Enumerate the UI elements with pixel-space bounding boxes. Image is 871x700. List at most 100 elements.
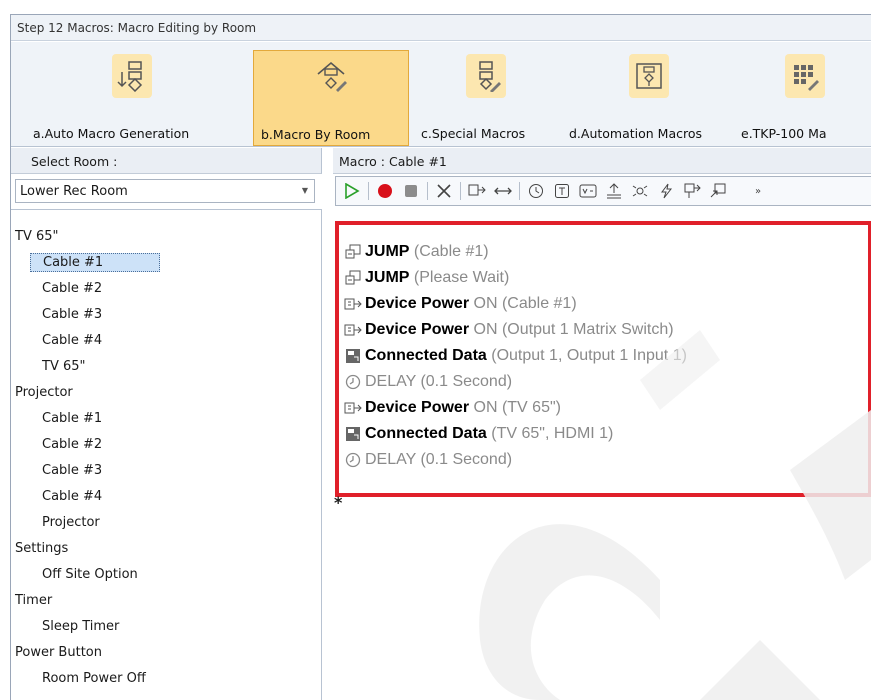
jump-icon — [343, 243, 363, 261]
connected-data-icon — [343, 425, 363, 443]
port-icon[interactable] — [682, 181, 702, 201]
tree-item[interactable]: Cable #2 — [11, 276, 321, 302]
special-macros-button[interactable]: c.Special Macros — [411, 50, 561, 146]
macro-command[interactable]: JUMP (Please Wait) — [343, 265, 868, 291]
tree-item[interactable]: Cable #3 — [11, 302, 321, 328]
macro-command[interactable]: DELAY (0.1 Second) — [343, 447, 868, 473]
macro-command[interactable]: DELAY (0.1 Second) — [343, 369, 868, 395]
chevron-down-icon: ▼ — [301, 186, 308, 195]
macro-keyword: JUMP — [365, 269, 410, 286]
macro-title: Macro : Cable #1 — [333, 148, 871, 174]
tree-item-label: Cable #4 — [42, 333, 103, 348]
room-select-value: Lower Rec Room — [20, 184, 128, 199]
macro-by-room-icon — [311, 55, 351, 99]
device-power-icon — [343, 399, 363, 417]
ir-icon[interactable] — [630, 181, 650, 201]
macro-argument: ON (Output 1 Matrix Switch) — [469, 321, 674, 338]
toolbar-separator — [368, 182, 369, 200]
tree-item[interactable]: TV 65" — [11, 354, 321, 380]
flash-icon[interactable] — [656, 181, 676, 201]
tree-item-label: Cable #2 — [42, 281, 103, 296]
toolbar-separator — [519, 182, 520, 200]
auto-macro-generation-button[interactable]: a.Auto Macro Generation — [13, 50, 251, 146]
macro-argument: ON (Cable #1) — [469, 295, 577, 312]
jump-icon[interactable] — [708, 181, 728, 201]
macro-keyword: Device Power — [365, 321, 470, 338]
macro-keyword: Device Power — [365, 399, 470, 416]
clock-add-icon[interactable] — [526, 181, 546, 201]
macro-argument: (TV 65", HDMI 1) — [486, 425, 614, 442]
tree-item-label: Cable #3 — [42, 463, 103, 478]
tree-group[interactable]: Timer — [11, 588, 321, 614]
tree-group[interactable]: TV 65" — [11, 224, 321, 250]
swap-icon[interactable] — [493, 181, 513, 201]
toolbar-separator — [427, 182, 428, 200]
macro-command[interactable]: Device Power ON (TV 65") — [343, 395, 868, 421]
tree-item[interactable]: Room Power Off — [11, 666, 321, 692]
macro-argument: (Cable #1) — [409, 243, 489, 260]
macro-toolbar: » — [335, 176, 871, 206]
connected-data-icon — [343, 347, 363, 365]
stop-icon[interactable] — [401, 181, 421, 201]
end-marker: * — [334, 493, 343, 512]
upload-icon[interactable] — [604, 181, 624, 201]
tree-item-label: Power Button — [15, 645, 102, 660]
macro-argument: (Please Wait) — [409, 269, 510, 286]
tree-item[interactable]: Cable #1 — [11, 250, 321, 276]
macro-argument: ON (TV 65") — [469, 399, 561, 416]
macro-command[interactable]: Device Power ON (Output 1 Matrix Switch) — [343, 317, 868, 343]
tree-group[interactable]: Projector — [11, 380, 321, 406]
macro-command[interactable]: Device Power ON (Cable #1) — [343, 291, 868, 317]
overflow-icon[interactable]: » — [748, 181, 768, 201]
tree-item[interactable]: Projector — [11, 510, 321, 536]
macro-command[interactable]: JUMP (Cable #1) — [343, 239, 868, 265]
automation-macros-button[interactable]: d.Automation Macros — [563, 50, 735, 146]
device-power-icon — [343, 321, 363, 339]
device-power-icon — [343, 295, 363, 313]
record-icon[interactable] — [375, 181, 395, 201]
macro-by-room-button[interactable]: b.Macro By Room — [253, 50, 409, 146]
play-icon[interactable] — [342, 181, 362, 201]
macro-command-list: JUMP (Cable #1) JUMP (Please Wait) Device … — [335, 221, 871, 497]
variable-icon[interactable] — [578, 181, 598, 201]
macro-argument: DELAY (0.1 Second) — [365, 373, 513, 390]
macro-command[interactable]: Connected Data (Output 1, Output 1 Input… — [343, 343, 868, 369]
tree-item[interactable]: Off Site Option — [11, 562, 321, 588]
ribbon-toolbar: a.Auto Macro Generation b.Macro By Room … — [11, 42, 871, 147]
tree-item[interactable]: Cable #3 — [11, 458, 321, 484]
tree-item[interactable]: Sleep Timer — [11, 614, 321, 640]
select-room-header: Select Room : — [11, 148, 322, 174]
text-icon[interactable] — [552, 181, 572, 201]
macro-keyword: JUMP — [365, 243, 410, 260]
macro-argument: (Output 1, Output 1 Input 1) — [486, 347, 687, 364]
macro-command[interactable]: Connected Data (TV 65", HDMI 1) — [343, 421, 868, 447]
tree-item[interactable]: Cable #1 — [11, 406, 321, 432]
tree-item-label: Cable #2 — [42, 437, 103, 452]
tree-item-label: Projector — [15, 385, 73, 400]
tree-item-label: Room Power Off — [42, 671, 146, 686]
tree-group[interactable]: Settings — [11, 536, 321, 562]
delete-icon[interactable] — [434, 181, 454, 201]
macro-keyword: Device Power — [365, 295, 470, 312]
auto-macro-icon — [112, 54, 152, 98]
tree-item-label: Cable #1 — [42, 411, 103, 426]
device-cmd-icon[interactable] — [467, 181, 487, 201]
tkp100-macros-button[interactable]: e.TKP-100 Ma — [737, 50, 871, 146]
macro-keyword: Connected Data — [365, 425, 487, 442]
automation-macros-icon — [629, 54, 669, 98]
tree-item-label: TV 65" — [42, 359, 86, 374]
special-macros-icon — [466, 54, 506, 98]
tree-item[interactable]: Cable #2 — [11, 432, 321, 458]
tree-group[interactable]: Power Button — [11, 640, 321, 666]
tree-item[interactable]: Cable #4 — [11, 328, 321, 354]
tree-item-label: Sleep Timer — [42, 619, 120, 634]
tree-item-label: Timer — [15, 593, 53, 608]
tree-item-label: Cable #1 — [30, 253, 161, 272]
tree-item[interactable]: Cable #4 — [11, 484, 321, 510]
room-select-dropdown[interactable]: Lower Rec Room ▼ — [15, 179, 315, 203]
tree-item-label: Cable #3 — [42, 307, 103, 322]
delay-icon — [343, 451, 363, 469]
tree-item-label: Settings — [15, 541, 69, 556]
tree-item-label: TV 65" — [15, 229, 59, 244]
macro-keyword: Connected Data — [365, 347, 487, 364]
